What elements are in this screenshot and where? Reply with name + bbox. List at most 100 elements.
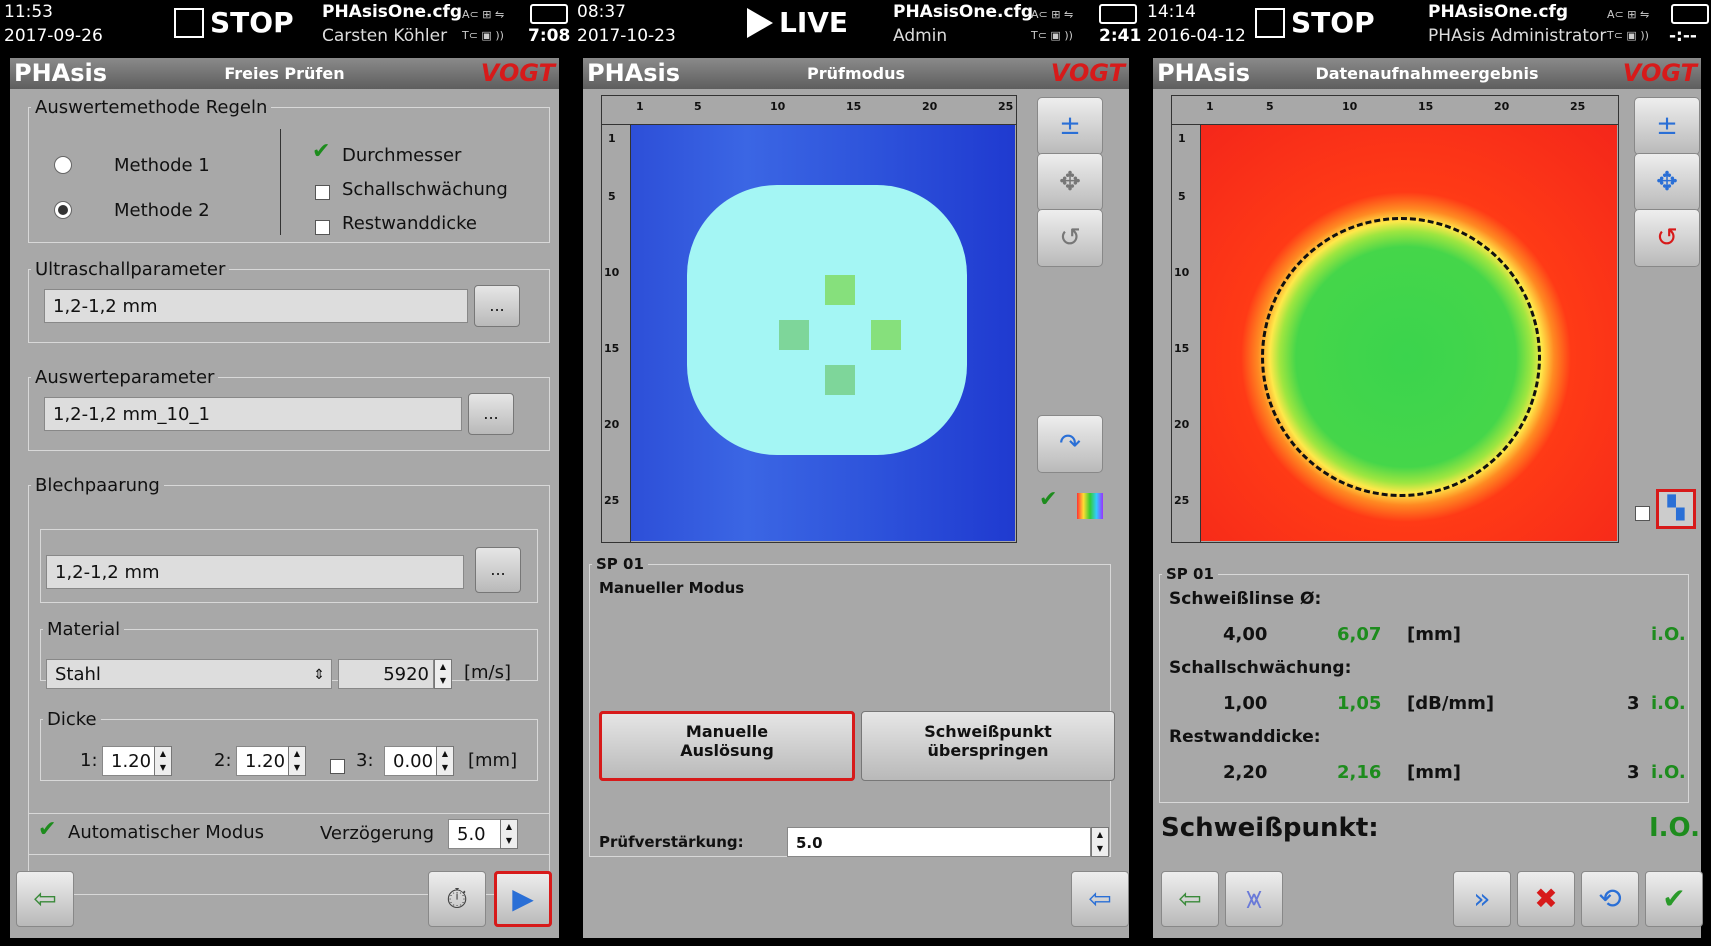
y-tick: 15	[1174, 342, 1190, 355]
x-tick: 1	[636, 100, 644, 113]
radio-method-2[interactable]	[54, 201, 72, 219]
stop-icon	[1255, 7, 1285, 38]
checkbox-thickness-3[interactable]	[330, 759, 345, 774]
start-button[interactable]: ▶	[494, 871, 552, 927]
row-unit: [mm]	[1407, 624, 1461, 645]
back-button[interactable]: ⇦	[1071, 871, 1129, 927]
schall-label: Schallschwächung	[342, 179, 508, 200]
timer-button[interactable]: ⏱	[428, 871, 486, 927]
delay-stepper[interactable]: ▲ ▼	[500, 819, 518, 849]
grid-view-button[interactable]: ▚	[1656, 489, 1696, 529]
pan-button[interactable]: ✥	[1037, 153, 1103, 211]
mode-label: STOP	[1291, 6, 1375, 39]
checkbox-restwanddicke[interactable]	[315, 220, 330, 235]
row-label: Schweißlinse Ø:	[1169, 589, 1322, 609]
result-heatmap	[1201, 125, 1617, 541]
row-result: i.O.	[1651, 693, 1686, 714]
thickness-1-stepper[interactable]: ▲ ▼	[154, 746, 172, 776]
sheet-legend: Blechpaarung	[35, 475, 160, 496]
checkbox-overlay[interactable]	[1635, 506, 1650, 521]
x-tick: 15	[846, 100, 862, 113]
stop-icon	[174, 7, 204, 38]
gain-stepper[interactable]: ▲ ▼	[1091, 827, 1109, 857]
exit-button[interactable]: ⇦	[1161, 871, 1219, 927]
sp-legend: SP 01	[1166, 565, 1214, 583]
speed-unit: [m/s]	[464, 662, 512, 683]
battery-time: -:--	[1669, 26, 1697, 46]
x-tick: 5	[694, 100, 702, 113]
delay-label: Verzögerung	[320, 823, 434, 844]
reset-view-button[interactable]: ↺	[1634, 209, 1700, 267]
manual-trigger-label-1: Manuelle	[685, 722, 769, 741]
row-result: i.O.	[1651, 624, 1686, 645]
material-select[interactable]: Stahl ⇕	[46, 659, 332, 689]
y-tick: 15	[604, 342, 620, 355]
panel-test-mode: 08:37 2017-10-23 LIVE PHAsisOne.cfg Admi…	[573, 0, 1141, 946]
sheet-browse-button[interactable]: ...	[475, 547, 521, 593]
sound-speed-stepper[interactable]: ▲ ▼	[434, 659, 452, 689]
mode-label: LIVE	[779, 6, 849, 39]
gain-field[interactable]: 5.0	[787, 827, 1091, 857]
reject-button[interactable]: ✖	[1517, 871, 1575, 927]
radio-method-1[interactable]	[54, 156, 72, 174]
evalparam-field[interactable]: 1,2-1,2 mm_10_1	[44, 397, 462, 431]
row-unit: [mm]	[1407, 762, 1461, 783]
accept-button[interactable]: ✔	[1645, 871, 1703, 927]
thickness-3-stepper[interactable]: ▲ ▼	[436, 746, 454, 776]
skip-forward-button[interactable]: »	[1453, 871, 1511, 927]
form-area: Auswertemethode Regeln Methode 1 Methode…	[10, 89, 559, 938]
user-name: PHAsis Administrator	[1428, 26, 1607, 46]
title-bar: PHAsis Freies Prüfen VOGT	[10, 58, 559, 89]
checkbox-auto-mode[interactable]: ✔	[38, 817, 56, 842]
y-tick: 1	[608, 132, 616, 145]
battery-icon	[1671, 4, 1709, 24]
row-unit: [dB/mm]	[1407, 693, 1495, 714]
status-bar: 08:37 2017-10-23 LIVE PHAsisOne.cfg Admi…	[573, 0, 1141, 58]
ascan-button[interactable]: ⩙	[1225, 871, 1283, 927]
evalparam-legend: Auswerteparameter	[35, 367, 215, 388]
thickness-2-stepper[interactable]: ▲ ▼	[288, 746, 306, 776]
checkbox-schallschwaechung[interactable]	[315, 185, 330, 200]
ultrasound-browse-button[interactable]: ...	[474, 285, 520, 327]
mode-indicator: LIVE	[747, 6, 848, 39]
sheet-param-field[interactable]: 1,2-1,2 mm	[46, 555, 464, 589]
x-tick: 25	[998, 100, 1014, 113]
y-tick: 10	[604, 266, 620, 279]
x-tick: 10	[1342, 100, 1358, 113]
test-area: 1 5 10 15 20 25 1 5 10 15 20 25 ± ✥ ↺ ↷ …	[583, 89, 1129, 938]
title-bar: PHAsis Datenaufnahmeergebnis VOGT	[1153, 58, 1701, 89]
method-1-label: Methode 1	[114, 155, 210, 176]
thickness-legend: Dicke	[47, 709, 97, 730]
skip-weld-label-1: Schweißpunkt	[924, 722, 1052, 741]
zoom-button[interactable]: ±	[1037, 97, 1103, 155]
row-nominal: 4,00	[1223, 624, 1268, 645]
vogt-logo: VOGT	[1050, 59, 1125, 87]
weld-nugget-area	[687, 185, 967, 455]
repeat-button[interactable]: ⟲	[1581, 871, 1639, 927]
thickness-unit: [mm]	[468, 750, 518, 771]
ultrasound-param-field[interactable]: 1,2-1,2 mm	[44, 289, 468, 323]
exit-button[interactable]: ⇦	[16, 871, 74, 927]
sp-legend: SP 01	[596, 555, 644, 573]
config-name: PHAsisOne.cfg	[322, 2, 463, 22]
zoom-button[interactable]: ±	[1634, 97, 1700, 155]
reset-view-button[interactable]: ↺	[1037, 209, 1103, 267]
skip-weld-button[interactable]: Schweißpunkt überspringen	[861, 711, 1115, 781]
mode-text: Manueller Modus	[599, 579, 745, 597]
x-tick: 15	[1418, 100, 1434, 113]
checkbox-color-palette[interactable]: ✔	[1039, 487, 1057, 512]
y-tick: 1	[1178, 132, 1186, 145]
mode-label: STOP	[210, 6, 294, 39]
sound-speed-field[interactable]: 5920	[338, 659, 434, 689]
checkbox-durchmesser[interactable]: ✔	[312, 139, 330, 164]
ultrasound-legend: Ultraschallparameter	[35, 259, 226, 280]
y-tick: 20	[604, 418, 620, 431]
mode-indicator: STOP	[1255, 6, 1375, 39]
skip-weld-label-2: überspringen	[927, 741, 1049, 760]
rotate-button[interactable]: ↷	[1037, 415, 1103, 473]
evalparam-browse-button[interactable]: ...	[468, 393, 514, 435]
user-name: Carsten Köhler	[322, 26, 448, 46]
y-tick: 25	[604, 494, 620, 507]
pan-button[interactable]: ✥	[1634, 153, 1700, 211]
manual-trigger-button[interactable]: Manuelle Auslösung	[599, 711, 855, 781]
